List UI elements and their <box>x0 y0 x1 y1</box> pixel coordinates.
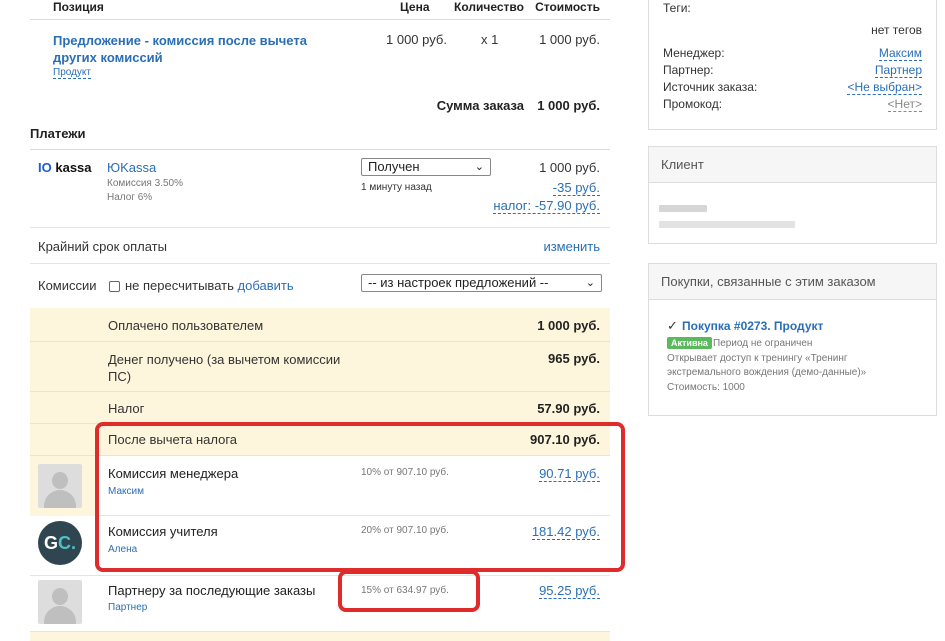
add-commission-link[interactable]: добавить <box>238 278 294 293</box>
client-card: Клиент <box>648 146 937 244</box>
chevron-down-icon: ⌄ <box>585 277 595 289</box>
client-card-title: Клиент <box>649 147 936 183</box>
no-recalculate-label: не пересчитывать добавить <box>125 278 294 293</box>
gc-avatar: GC. <box>38 521 82 565</box>
purchase-cost: Стоимость: 1000 <box>667 382 745 393</box>
summary-value: 1 000 руб. <box>537 318 600 333</box>
order-total-value: 1 000 руб. <box>537 98 600 113</box>
summary-received-row: Денег получено (за вычетом комиссии ПС) … <box>30 342 610 392</box>
item-price: 1 000 руб. <box>386 32 447 47</box>
product-type-link[interactable]: Продукт <box>53 67 91 79</box>
header-price: Цена <box>400 0 430 14</box>
no-recalculate-checkbox[interactable] <box>109 281 120 292</box>
summary-label: Налог <box>108 401 145 416</box>
item-quantity: x 1 <box>481 32 499 47</box>
check-square-icon: ✓ <box>667 318 678 333</box>
chevron-down-icon: ⌄ <box>474 161 484 173</box>
payment-row: IO kassa ЮKassa Комиссия 3.50% Налог 6% … <box>30 150 610 228</box>
order-source-label: Источник заказа: <box>663 80 758 94</box>
order-table-header: Позиция Цена Количество Стоимость <box>30 0 610 20</box>
commissions-row: Комиссии не пересчитывать добавить -- из… <box>30 264 610 308</box>
highlight-partner-formula-box <box>338 570 480 612</box>
promo-link[interactable]: <Нет> <box>887 97 922 112</box>
commission-value-link[interactable]: 95.25 руб. <box>539 583 600 599</box>
purchases-card-title: Покупки, связанные с этим заказом <box>649 264 936 300</box>
manager-avatar <box>38 464 82 508</box>
order-total-label: Сумма заказа <box>436 98 524 113</box>
deadline-edit-link[interactable]: изменить <box>543 239 600 254</box>
order-total: Сумма заказа 1 000 руб. <box>30 98 610 118</box>
payments-heading: Платежи <box>30 126 610 150</box>
payment-deadline-row: Крайний срок оплаты изменить <box>30 228 610 264</box>
summary-tax-row: Налог 57.90 руб. <box>30 392 610 424</box>
manager-label: Менеджер: <box>663 46 725 60</box>
payment-tax: Налог 6% <box>107 192 153 203</box>
payments-title: Платежи <box>30 126 86 141</box>
order-source-link[interactable]: <Не выбран> <box>847 80 922 95</box>
payment-fee: Комиссия 3.50% <box>107 178 183 189</box>
payment-tax-amount[interactable]: налог: -57.90 руб. <box>493 198 600 214</box>
tags-label: Теги: <box>663 1 691 15</box>
item-cost: 1 000 руб. <box>539 32 600 47</box>
payment-status-time: 1 минуту назад <box>361 182 432 193</box>
promo-label: Промокод: <box>663 97 723 111</box>
partner-label: Партнер: <box>663 63 714 77</box>
header-quantity: Количество <box>454 0 524 14</box>
commission-person-link[interactable]: Партнер <box>108 602 147 613</box>
purchase-period: Период не ограничен <box>713 338 813 349</box>
commissions-label: Комиссии <box>38 278 97 293</box>
payment-status-select[interactable]: Получен ⌄ <box>361 158 491 176</box>
commission-name: Партнеру за последующие заказы <box>108 583 316 598</box>
yookassa-logo: IO kassa <box>38 160 92 175</box>
status-badge: Активна <box>667 337 712 349</box>
partner-link[interactable]: Партнер <box>874 63 922 78</box>
manager-link[interactable]: Максим <box>878 46 922 61</box>
purchases-card: Покупки, связанные с этим заказом ✓ Поку… <box>648 263 937 416</box>
partner-avatar <box>38 580 82 624</box>
header-cost: Стоимость <box>535 0 600 14</box>
summary-paid-row: Оплачено пользователем 1 000 руб. <box>30 308 610 342</box>
client-email-redacted <box>659 221 795 228</box>
payment-provider-link[interactable]: ЮKassa <box>107 160 156 175</box>
offer-link[interactable]: Предложение - комиссия после вычета друг… <box>53 32 313 66</box>
next-summary-row <box>30 632 610 641</box>
purchase-description: Открывает доступ к тренингу «Тренинг экс… <box>667 353 867 378</box>
client-name-redacted <box>659 205 707 212</box>
order-details-card: Теги: нет тегов Менеджер: Максим Партнер… <box>648 0 937 130</box>
commission-source-select[interactable]: -- из настроек предложений -- ⌄ <box>361 274 602 292</box>
summary-value: 57.90 руб. <box>537 401 600 416</box>
order-item-row: Предложение - комиссия после вычета друг… <box>30 20 610 98</box>
summary-value: 965 руб. <box>548 351 600 366</box>
deadline-label: Крайний срок оплаты <box>38 239 167 254</box>
purchase-link[interactable]: Покупка #0273. Продукт <box>682 319 823 333</box>
highlight-commissions-box <box>95 422 625 572</box>
summary-label: Оплачено пользователем <box>108 318 264 333</box>
payment-fee-amount[interactable]: -35 руб. <box>552 180 600 196</box>
header-position: Позиция <box>53 0 104 14</box>
payment-amount: 1 000 руб. <box>539 160 600 175</box>
summary-label: Денег получено (за вычетом комиссии ПС) <box>108 352 341 384</box>
tags-value: нет тегов <box>871 23 922 37</box>
